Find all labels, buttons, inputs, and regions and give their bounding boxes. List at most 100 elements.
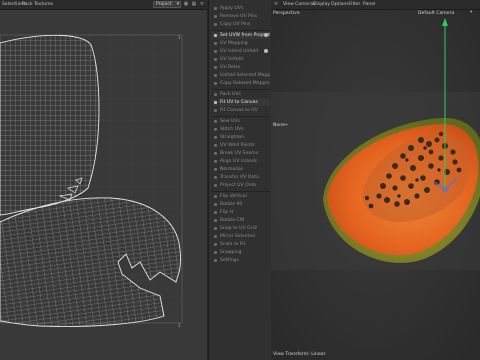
tool-item[interactable]: Scale to Fit	[212, 241, 270, 248]
tool-icon	[214, 42, 217, 45]
projection-mode-select[interactable]: Project ▾	[153, 1, 181, 8]
tool-item[interactable]: Straighten	[212, 134, 270, 141]
tool-icon	[214, 66, 217, 69]
viewport-menu-icon[interactable]: ≡	[273, 1, 279, 7]
tool-item[interactable]: Rotate 90	[212, 201, 270, 208]
tool-icon	[214, 184, 217, 187]
tool-item[interactable]: Pack UVs	[212, 91, 270, 98]
tool-label: Remove UV Pins	[220, 14, 258, 19]
tool-label: Transfer UV Data	[220, 175, 259, 180]
tool-item[interactable]: Remove UV Pins	[212, 13, 270, 20]
3d-viewport[interactable]: Perspective Default Camera ▾ None → View…	[271, 10, 480, 360]
tool-item[interactable]: UV Relax	[212, 64, 270, 71]
tool-icon	[214, 235, 217, 238]
tool-item[interactable]: Align UV Islands	[212, 158, 270, 165]
tool-label: Unfold Selected Mapping	[220, 73, 270, 78]
arrow-right-icon: →	[284, 123, 288, 128]
menu-panel[interactable]: Panel	[363, 2, 375, 7]
tool-label: Settings	[220, 258, 239, 263]
camera-dropdown-icon[interactable]: ▾	[470, 10, 472, 15]
tool-icon	[214, 251, 217, 254]
tool-item[interactable]: Copy Relaxed Mapping	[212, 80, 270, 87]
tool-label: Snap to UV Grid	[220, 226, 257, 231]
viewport-scene-svg	[271, 10, 480, 360]
tool-label: UV Mapping	[220, 41, 248, 46]
tool-label: Apply UVs	[220, 6, 244, 11]
viewport-menubar: View Cameras Display Options Filter Pane…	[271, 0, 480, 10]
tool-label: UV Relax	[220, 65, 241, 70]
tool-icon	[214, 227, 217, 230]
tool-item[interactable]: Apply UVs	[212, 5, 270, 12]
tool-icon	[214, 160, 217, 163]
tool-item[interactable]: Set UVW from Projection	[212, 32, 270, 39]
menu-textures[interactable]: Textures	[34, 2, 53, 7]
tool-label: Straighten	[220, 135, 245, 140]
tool-item[interactable]: Fit UV to Canvas	[212, 99, 270, 106]
tool-item[interactable]: Rotate CW	[212, 217, 270, 224]
grid-icon[interactable]: ▦	[191, 1, 197, 7]
gear-icon[interactable]	[264, 33, 268, 37]
viewport-camera-label[interactable]: Default Camera	[418, 11, 454, 16]
uv-editor-canvas[interactable]: 1 1	[0, 10, 207, 360]
tool-label: Rotate CW	[220, 218, 245, 223]
tool-icon	[214, 128, 217, 131]
tool-item[interactable]: UV Unfold	[212, 56, 270, 63]
tool-icon	[214, 109, 217, 112]
tool-label: Pack UVs	[220, 92, 241, 97]
chevron-down-icon: ▾	[176, 2, 179, 7]
tool-item[interactable]: Sew UVs	[212, 118, 270, 125]
viewport-status-text: View Transform: Linear	[273, 352, 326, 357]
tool-item[interactable]: UV Mapping	[212, 40, 270, 47]
tool-item[interactable]: Snapping	[212, 249, 270, 256]
tool-item[interactable]: Fit Canvas to UV	[212, 107, 270, 114]
tool-item[interactable]: Flip Vertical	[212, 193, 270, 200]
tool-label: Fit UV to Canvas	[220, 100, 258, 105]
gear-icon[interactable]	[264, 49, 268, 53]
projection-mode-value: Project	[156, 2, 172, 7]
tool-icon	[214, 219, 217, 222]
tool-group-separator	[212, 191, 270, 192]
menu-view[interactable]: View	[283, 2, 294, 7]
menu-options[interactable]: Options	[331, 2, 349, 7]
menu-icon[interactable]: ≡	[199, 1, 205, 7]
tool-item[interactable]: UV Island Unfold	[212, 48, 270, 55]
tool-label: Scale to Fit	[220, 242, 246, 247]
menu-display[interactable]: Display	[313, 2, 330, 7]
menu-filter[interactable]: Filter	[349, 2, 360, 7]
tool-icon	[214, 168, 217, 171]
tool-label: UV Unfold	[220, 57, 243, 62]
tool-icon	[214, 144, 217, 147]
tool-icon	[214, 7, 217, 10]
uv-layout-svg: 1 1	[0, 10, 207, 360]
tool-group-separator	[212, 30, 270, 31]
tool-item[interactable]: Flip H	[212, 209, 270, 216]
tool-item[interactable]: UV Weld Points	[212, 142, 270, 149]
tool-group-separator	[212, 116, 270, 117]
lock-icon[interactable]: ▣	[183, 1, 189, 7]
tool-label: Snapping	[220, 250, 242, 255]
tool-item[interactable]: Normalize	[212, 166, 270, 173]
uv-island-lower[interactable]	[0, 197, 181, 327]
viewport-projection-label[interactable]: Perspective	[273, 11, 300, 16]
tool-item[interactable]: Stitch UVs	[212, 126, 270, 133]
tool-icon	[214, 259, 217, 262]
tool-item[interactable]: Copy UV Pins	[212, 21, 270, 28]
uv-island-upper[interactable]	[0, 34, 100, 216]
tool-item[interactable]: Transfer UV Data	[212, 174, 270, 181]
menu-pack[interactable]: Pack	[22, 2, 33, 7]
tool-item[interactable]: Project UV Onto	[212, 182, 270, 189]
tool-label: Set UVW from Projection	[220, 33, 270, 38]
tool-item[interactable]: Snap to UV Grid	[212, 225, 270, 232]
tool-item[interactable]: Settings	[212, 257, 270, 264]
tool-icon	[214, 93, 217, 96]
tool-icon	[214, 136, 217, 139]
tool-label: Project UV Onto	[220, 183, 257, 188]
tool-label: Rotate 90	[220, 202, 243, 207]
tool-item[interactable]: Unfold Selected Mapping	[212, 72, 270, 79]
uv-tools-panel: Apply UVs Remove UV Pins Copy UV Pins Set U…	[208, 0, 272, 360]
tool-item[interactable]: Mirror Selected	[212, 233, 270, 240]
tool-icon	[214, 34, 217, 37]
tool-item[interactable]: Break UV Seams	[212, 150, 270, 157]
tool-label: Stitch UVs	[220, 127, 244, 132]
tool-icon	[214, 203, 217, 206]
